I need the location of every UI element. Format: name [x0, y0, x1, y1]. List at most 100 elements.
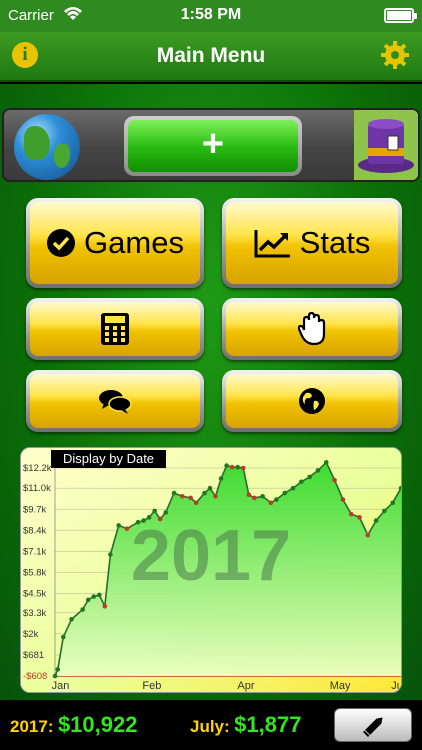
data-point	[55, 667, 61, 672]
data-point	[163, 510, 169, 515]
data-point	[323, 460, 329, 465]
hand-button[interactable]	[222, 298, 402, 360]
data-point	[218, 476, 224, 481]
data-point	[157, 516, 163, 522]
stats-label: Stats	[299, 225, 371, 260]
games-button[interactable]: Games	[26, 198, 204, 288]
data-point	[202, 490, 207, 496]
plus-label: +	[128, 120, 298, 172]
display-mode-tag[interactable]: Display by Date	[51, 450, 167, 468]
data-point	[246, 492, 252, 497]
data-point	[85, 597, 91, 603]
month-label: July:	[190, 717, 230, 736]
data-point	[315, 468, 321, 473]
data-point	[365, 532, 371, 538]
y-tick-label: $12.2k	[23, 463, 52, 474]
y-tick-label: $2k	[23, 629, 39, 640]
data-point	[135, 519, 141, 525]
data-point	[282, 490, 288, 496]
battery-icon	[384, 8, 417, 23]
page-title: Main Menu	[156, 44, 266, 67]
navigation-bar: i Main Menu	[0, 32, 422, 82]
data-point	[96, 592, 102, 598]
data-point	[141, 518, 146, 523]
data-point	[357, 515, 362, 520]
data-point	[91, 594, 97, 599]
world-button[interactable]	[222, 370, 402, 432]
data-point	[260, 494, 265, 499]
data-point	[390, 500, 395, 506]
data-point	[69, 616, 74, 622]
data-point	[299, 479, 304, 485]
y-tick-label: $11.0k	[23, 483, 51, 494]
calculator-button[interactable]	[26, 298, 204, 360]
year-watermark: 2017	[131, 516, 291, 596]
x-tick-label: Feb	[142, 680, 161, 692]
data-point	[307, 474, 312, 480]
y-tick-label: $681	[23, 650, 44, 661]
y-tick-label: $4.5k	[23, 588, 46, 599]
data-point	[213, 494, 218, 499]
data-point	[340, 497, 346, 502]
chart-canvas: 2017 $12.2k $11.0k $9.7k $8.4k $7.1k $5.8k $4.…	[21, 448, 402, 692]
top-toolbar: +	[2, 108, 420, 182]
x-tick-label: Jul	[391, 680, 402, 692]
data-point	[52, 673, 58, 679]
year-label: 2017:	[10, 717, 54, 736]
data-point	[180, 494, 185, 499]
month-total: $1,877	[234, 712, 302, 737]
gear-icon[interactable]	[380, 40, 410, 70]
data-point	[224, 463, 229, 468]
stats-button[interactable]: Stats	[222, 198, 402, 288]
month-summary: July: $1,877	[190, 712, 301, 738]
x-tick-label: Jan	[52, 680, 70, 692]
data-point	[152, 508, 157, 514]
chat-button[interactable]	[26, 370, 204, 432]
data-point	[116, 523, 121, 528]
globe-icon[interactable]	[14, 114, 80, 180]
world-icon	[299, 388, 325, 414]
year-summary: 2017: $10,922	[10, 712, 137, 738]
data-point	[80, 607, 85, 612]
x-tick-label: May	[330, 680, 351, 692]
data-point	[61, 634, 66, 640]
checkmark-circle-icon	[47, 229, 76, 257]
data-point	[332, 477, 337, 483]
data-point	[348, 511, 354, 517]
y-tick-label: $3.3k	[23, 608, 46, 619]
profit-chart[interactable]: 2017 $12.2k $11.0k $9.7k $8.4k $7.1k $5.8k $4.…	[20, 447, 402, 693]
edit-button[interactable]	[334, 708, 412, 742]
y-tick-label: $8.4k	[23, 525, 46, 536]
y-tick-label: $7.1k	[23, 546, 46, 557]
data-point	[108, 552, 113, 557]
data-point	[268, 500, 274, 506]
magic-hat-icon[interactable]	[354, 110, 418, 180]
calculator-icon	[101, 313, 129, 345]
y-tick-label: $5.8k	[23, 567, 46, 578]
summary-bar: 2017: $10,922 July: $1,877	[0, 700, 422, 750]
data-point	[235, 464, 240, 470]
y-tick-label: -$608	[23, 671, 47, 682]
year-total: $10,922	[57, 712, 138, 737]
data-point	[188, 495, 193, 501]
x-tick-label: Apr	[237, 680, 254, 692]
data-point	[373, 518, 379, 523]
pencil-icon	[363, 717, 383, 737]
data-point	[124, 526, 130, 531]
clock: 1:58 PM	[180, 6, 242, 23]
data-point	[274, 497, 279, 502]
main-area: + Games Stats 2017 $12.2k $11.0k $9.7k $…	[0, 84, 422, 700]
add-session-button[interactable]: +	[124, 116, 302, 176]
data-point	[207, 485, 213, 491]
data-point	[229, 464, 235, 470]
chat-bubbles-icon	[99, 390, 132, 414]
y-tick-label: $9.7k	[23, 504, 46, 515]
games-label: Games	[84, 225, 184, 260]
data-point	[102, 604, 108, 609]
data-point	[146, 515, 152, 520]
data-point	[193, 500, 199, 506]
hand-icon	[298, 312, 326, 346]
data-point	[290, 485, 296, 491]
status-bar: Carrier 1:58 PM	[0, 0, 422, 32]
data-point	[171, 490, 177, 496]
